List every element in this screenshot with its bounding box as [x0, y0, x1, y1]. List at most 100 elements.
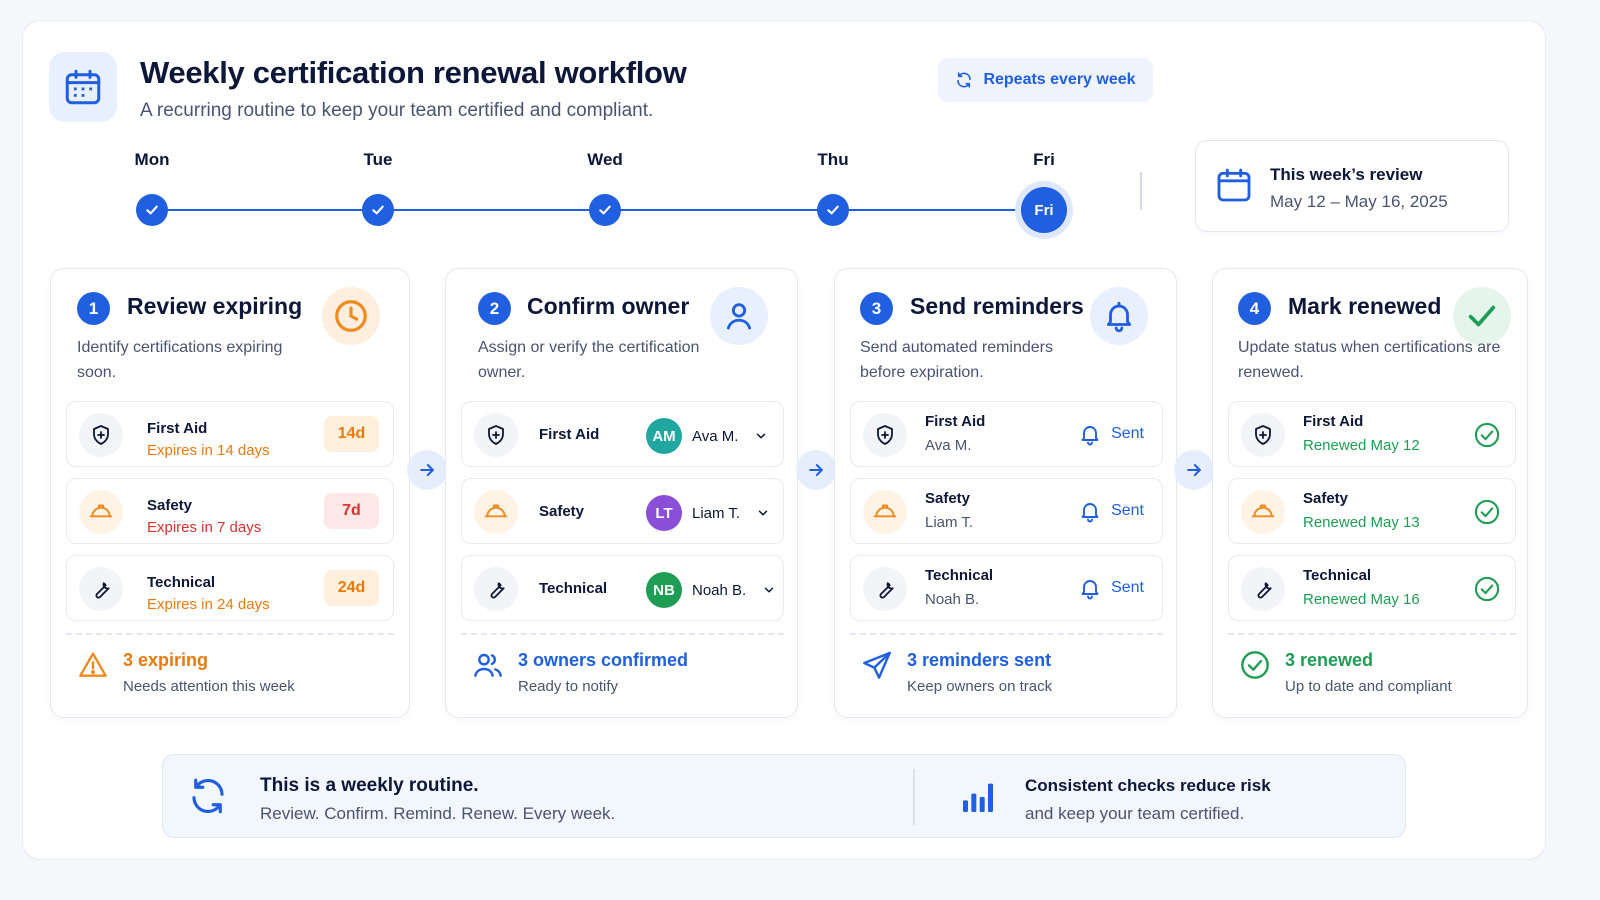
hard-hat-icon	[474, 490, 518, 534]
banner-divider	[913, 769, 915, 825]
owner-row-safety[interactable]: Safety LT Liam T.	[461, 478, 784, 544]
renewed-row-first-aid[interactable]: First Aid Renewed May 12	[1228, 401, 1516, 467]
renewed-row-technical[interactable]: Technical Renewed May 16	[1228, 555, 1516, 621]
bell-icon	[1081, 580, 1099, 600]
timeline-day-tue[interactable]: Tue	[338, 150, 418, 226]
refresh-icon	[957, 72, 972, 88]
step-number: 3	[860, 292, 893, 325]
cert-name: First Aid	[925, 413, 986, 430]
bell-icon	[1081, 426, 1099, 446]
cert-row-technical[interactable]: Technical Expires in 24 days 24d	[66, 555, 394, 621]
reminder-row-first-aid[interactable]: First Aid Ava M. Sent	[850, 401, 1163, 467]
timeline-day-mon[interactable]: Mon	[112, 150, 192, 226]
calendar-icon	[1214, 165, 1254, 210]
banner-risk-title: Consistent checks reduce risk	[1025, 776, 1271, 795]
wrench-icon	[79, 567, 123, 611]
day-label: Mon	[134, 150, 170, 169]
day-label: Thu	[817, 150, 849, 169]
check-icon	[817, 194, 849, 226]
owner-name: Noah B.	[925, 591, 980, 608]
step-card-mark-renewed: 4 Mark renewed Update status when certif…	[1212, 268, 1528, 718]
reminder-status[interactable]: Sent	[1078, 499, 1144, 523]
warning-icon	[77, 649, 109, 686]
cert-name: Safety	[147, 497, 193, 514]
owner-select[interactable]: LT Liam T.	[646, 495, 770, 531]
timeline-day-wed[interactable]: Wed	[565, 150, 645, 226]
owner-name: Noah B.	[692, 581, 747, 599]
status-label: Sent	[1111, 502, 1144, 519]
step-title: Send reminders	[910, 293, 1084, 319]
status-label: Sent	[1111, 425, 1144, 442]
owner-name: Liam T.	[692, 504, 741, 522]
timeline-day-fri[interactable]: Fri Fri	[1004, 150, 1084, 233]
summary-subtitle: Needs attention this week	[123, 678, 295, 695]
owner-row-technical[interactable]: Technical NB Noah B.	[461, 555, 784, 621]
page-title: Weekly certification renewal workflow	[140, 55, 687, 90]
summary-title: 3 owners confirmed	[518, 650, 689, 670]
cert-name: First Aid	[147, 420, 208, 437]
reminder-row-safety[interactable]: Safety Liam T. Sent	[850, 478, 1163, 544]
day-label: Wed	[587, 150, 623, 169]
reminder-status[interactable]: Sent	[1078, 576, 1144, 600]
cert-row-first-aid[interactable]: First Aid Expires in 14 days 14d	[66, 401, 394, 467]
clock-icon	[322, 287, 380, 345]
arrow-right-icon	[1174, 450, 1214, 490]
avatar: AM	[646, 418, 682, 454]
timeline-day-thu[interactable]: Thu	[793, 150, 873, 226]
step-number: 4	[1238, 292, 1271, 325]
owner-name: Ava M.	[692, 427, 739, 445]
week-timeline: Mon Tue Wed Thu Fri Fri	[0, 150, 1160, 250]
summary-subtitle: Keep owners on track	[907, 678, 1053, 695]
check-circle-icon	[1239, 649, 1271, 686]
owner-name: Liam T.	[925, 514, 974, 531]
step-title: Mark renewed	[1288, 293, 1442, 319]
renewed-row-safety[interactable]: Safety Renewed May 13	[1228, 478, 1516, 544]
repeat-label: Repeats every week	[983, 71, 1136, 88]
renewed-date: Renewed May 16	[1303, 591, 1420, 608]
send-icon	[861, 649, 893, 686]
summary-title: 3 expiring	[123, 650, 209, 670]
reminder-status[interactable]: Sent	[1078, 422, 1144, 446]
check-icon	[136, 194, 168, 226]
cert-row-safety[interactable]: Safety Expires in 7 days 7d	[66, 478, 394, 544]
owner-select[interactable]: NB Noah B.	[646, 572, 776, 608]
weekly-review-card[interactable]: This week’s review May 12 – May 16, 2025	[1195, 140, 1509, 232]
avatar: LT	[646, 495, 682, 531]
cert-name: Technical	[539, 580, 608, 597]
chevron-down-icon	[758, 510, 768, 516]
step-number: 1	[77, 292, 110, 325]
summary-subtitle: Ready to notify	[518, 678, 619, 695]
card-divider	[66, 633, 394, 635]
summary-title: 3 reminders sent	[907, 650, 1052, 670]
step-description: Identify certifications expiring soon.	[77, 339, 283, 381]
reminder-row-technical[interactable]: Technical Noah B. Sent	[850, 555, 1163, 621]
step-card-send-reminders: 3 Send reminders Send automated reminder…	[834, 268, 1177, 718]
cert-name: Technical	[925, 567, 994, 584]
avatar: NB	[646, 572, 682, 608]
summary-subtitle: Up to date and compliant	[1285, 678, 1452, 695]
owner-select[interactable]: AM Ava M.	[646, 418, 768, 454]
day-label: Fri	[1033, 150, 1055, 169]
page-subtitle: A recurring routine to keep your team ce…	[140, 100, 654, 121]
step-title: Review expiring	[127, 293, 303, 319]
owner-row-first-aid[interactable]: First Aid AM Ava M.	[461, 401, 784, 467]
step-card-review-expiring: 1 Review expiring Identify certification…	[50, 268, 410, 718]
days-left-badge: 24d	[324, 570, 379, 606]
arrow-right-icon	[796, 450, 836, 490]
check-icon	[589, 194, 621, 226]
chevron-down-icon	[764, 587, 774, 593]
check-icon	[362, 194, 394, 226]
expiry-text: Expires in 24 days	[147, 596, 270, 613]
banner-title: This is a weekly routine.	[260, 775, 479, 796]
expiry-text: Expires in 7 days	[147, 519, 262, 536]
shield-icon	[79, 413, 123, 457]
wrench-icon	[863, 567, 907, 611]
repeat-schedule-button[interactable]: Repeats every week	[938, 58, 1153, 102]
step-description: Update status when certifications are re…	[1238, 339, 1501, 381]
refresh-icon	[187, 775, 229, 822]
cert-name: First Aid	[539, 426, 600, 443]
hard-hat-icon	[1241, 490, 1285, 534]
check-circle-icon	[1473, 498, 1501, 531]
banner-subtitle: Review. Confirm. Remind. Renew. Every we…	[260, 804, 616, 823]
card-divider	[850, 633, 1163, 635]
